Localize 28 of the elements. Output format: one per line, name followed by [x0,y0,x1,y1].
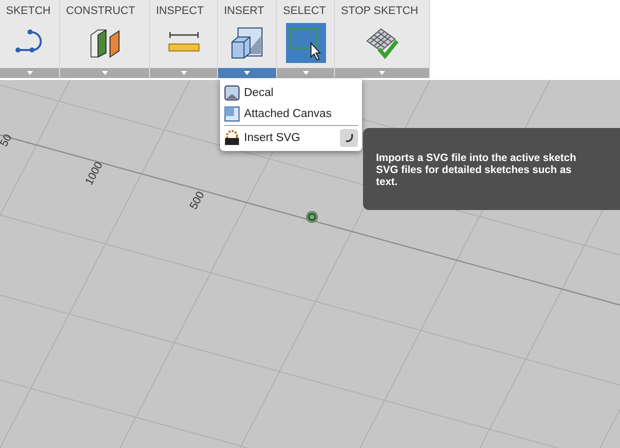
group-label: CONSTRUCT [65,4,136,19]
decal-icon [224,84,240,100]
image-cube-icon [230,26,264,60]
grid-check-icon [365,27,399,59]
group-label: STOP SKETCH [340,4,420,19]
menu-item[interactable]: Decal [224,82,362,103]
menu-item-label: Attached Canvas [244,108,333,120]
group-label: SKETCH [5,4,52,19]
ruler-icon [166,32,200,54]
options-button[interactable] [340,128,358,146]
menu-item[interactable]: Insert SVG [224,127,362,148]
group-label: INSERT [223,4,266,19]
gear-icon [224,130,240,146]
tooltip-text: text. [376,176,399,188]
tooltip-text: SVG files for detailed sketches such as [376,164,572,176]
axis-label: 500 [188,190,207,212]
canvas-icon [224,106,240,122]
menu-item-label: Insert SVG [244,132,302,144]
menu-item-label: Decal [244,86,274,98]
tool-button[interactable] [286,23,326,63]
planes-icon [88,27,122,59]
menu-item[interactable]: Attached Canvas [224,103,362,124]
group-label: INSPECT [155,4,205,19]
axis-label: 1000 [83,160,106,188]
origin-point-icon [306,211,318,223]
group-label: SELECT [282,4,327,19]
tooltip-text: Imports a SVG file into the active sketch [376,152,578,164]
dropdown-button[interactable] [218,68,276,78]
